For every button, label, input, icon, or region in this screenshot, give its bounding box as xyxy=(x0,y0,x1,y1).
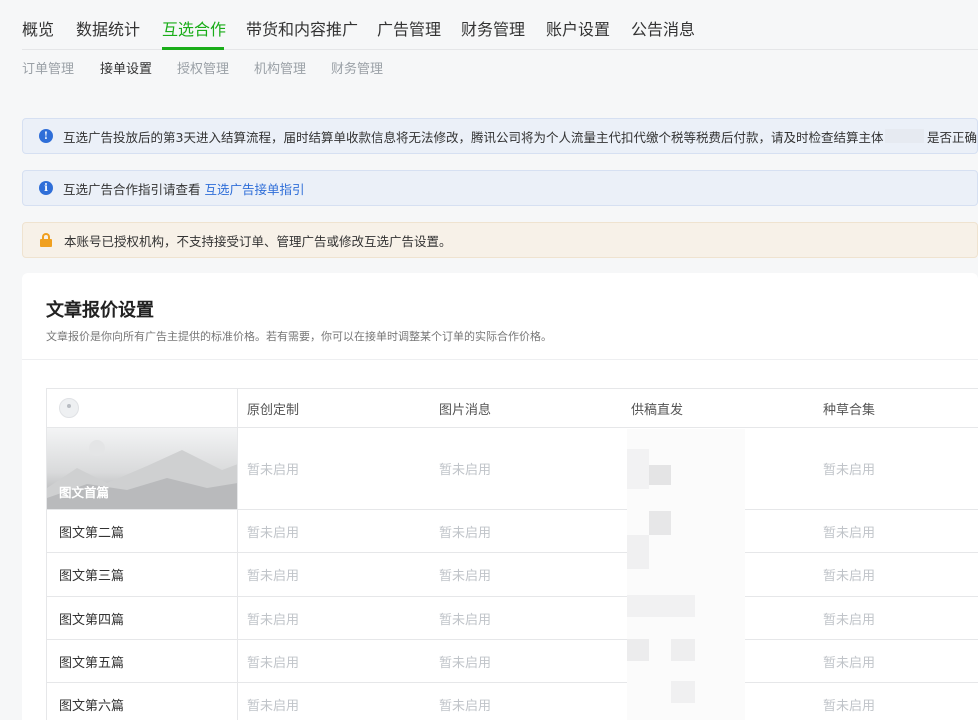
top-nav: 概览 数据统计 互选合作 带货和内容推广 广告管理 财务管理 账户设置 公告消息 xyxy=(22,0,978,50)
table-row: 图文第四篇 暂未启用 暂未启用 暂未启用 xyxy=(47,597,978,640)
settlement-notice-text: 互选广告投放后的第3天进入结算流程，届时结算单收款信息将无法修改，腾讯公司将为个… xyxy=(63,129,884,145)
info-icon: i xyxy=(39,181,53,195)
price-cell[interactable]: 暂未启用 xyxy=(815,553,978,596)
price-cell[interactable]: 暂未启用 xyxy=(815,510,978,552)
redacted-mosaic xyxy=(671,681,695,703)
table-row: 图文第五篇 暂未启用 暂未启用 暂未启用 xyxy=(47,640,978,683)
column-header: 供稿直发 xyxy=(631,402,684,418)
redacted-mosaic xyxy=(627,449,649,489)
table-row: 图文首篇 暂未启用 暂未启用 暂未启用 xyxy=(47,428,978,510)
settlement-notice: ! 互选广告投放后的第3天进入结算流程，届时结算单收款信息将无法修改，腾讯公司将… xyxy=(22,118,978,154)
guide-notice-text: 互选广告合作指引请查看 xyxy=(63,181,201,197)
nav-promotion[interactable]: 带货和内容推广 xyxy=(246,19,358,41)
price-cell[interactable]: 暂未启用 xyxy=(431,510,623,552)
guide-link[interactable]: 互选广告接单指引 xyxy=(205,179,305,198)
lock-icon xyxy=(39,233,53,247)
price-cell[interactable]: 暂未启用 xyxy=(239,510,431,552)
price-cell[interactable]: 暂未启用 xyxy=(239,553,431,596)
redacted-mosaic xyxy=(627,535,649,569)
price-cell[interactable]: 暂未启用 xyxy=(239,428,431,509)
price-cell[interactable]: 暂未启用 xyxy=(431,428,623,509)
pricing-table: 原创定制 图片消息 供稿直发 种草合集 图文首篇 暂未启用 暂未启用 暂未启用 … xyxy=(46,388,978,720)
info-icon: ! xyxy=(39,129,53,143)
row-label: 图文第三篇 xyxy=(47,553,238,596)
row-label: 图文第四篇 xyxy=(47,597,238,639)
row-label: 图文第六篇 xyxy=(47,683,238,720)
pricing-card: 文章报价设置 文章报价是你向所有广告主提供的标准价格。若有需要，你可以在接单时调… xyxy=(22,273,978,720)
pricing-description: 文章报价是你向所有广告主提供的标准价格。若有需要，你可以在接单时调整某个订单的实… xyxy=(46,330,552,343)
nav-overview[interactable]: 概览 xyxy=(22,19,54,41)
row-label: 图文首篇 xyxy=(59,485,110,500)
article-cover-image: 图文首篇 xyxy=(47,428,238,509)
price-cell[interactable]: 暂未启用 xyxy=(431,597,623,639)
nav-finance[interactable]: 财务管理 xyxy=(461,19,525,41)
column-header: 原创定制 xyxy=(247,402,300,418)
column-header: 图片消息 xyxy=(439,402,492,418)
price-cell[interactable]: 暂未启用 xyxy=(239,640,431,682)
table-header: 原创定制 图片消息 供稿直发 种草合集 xyxy=(47,389,978,428)
subnav-finance[interactable]: 财务管理 xyxy=(331,61,383,79)
divider xyxy=(22,359,978,360)
table-row: 图文第二篇 暂未启用 暂未启用 暂未启用 xyxy=(47,510,978,553)
authorized-notice: 本账号已授权机构，不支持接受订单、管理广告或修改互选广告设置。 xyxy=(22,222,978,258)
pricing-title: 文章报价设置 xyxy=(46,300,154,321)
settlement-notice-tail: 是否正确 xyxy=(926,129,977,145)
subnav-agency[interactable]: 机构管理 xyxy=(254,61,306,79)
price-cell[interactable]: 暂未启用 xyxy=(815,428,978,509)
price-cell[interactable]: 暂未启用 xyxy=(239,597,431,639)
price-cell[interactable]: 暂未启用 xyxy=(815,597,978,639)
price-cell[interactable]: 暂未启用 xyxy=(431,553,623,596)
price-cell[interactable]: 暂未启用 xyxy=(239,683,431,720)
table-row: 图文第六篇 暂未启用 暂未启用 暂未启用 xyxy=(47,683,978,720)
price-cell[interactable]: 暂未启用 xyxy=(431,640,623,682)
redacted-mask xyxy=(885,129,924,143)
nav-active-underline xyxy=(162,47,224,50)
row-label: 图文第五篇 xyxy=(47,640,238,682)
nav-ad-management[interactable]: 广告管理 xyxy=(377,19,441,41)
redacted-mosaic xyxy=(627,639,649,661)
redacted-mosaic xyxy=(649,511,671,535)
price-cell[interactable]: 暂未启用 xyxy=(431,683,623,720)
nav-statistics[interactable]: 数据统计 xyxy=(76,19,140,41)
nav-account-settings[interactable]: 账户设置 xyxy=(546,19,610,41)
subnav-authorization[interactable]: 授权管理 xyxy=(177,61,229,79)
header-avatar-cell xyxy=(47,389,238,427)
price-cell[interactable]: 暂未启用 xyxy=(815,683,978,720)
price-cell[interactable]: 暂未启用 xyxy=(815,640,978,682)
redacted-mosaic xyxy=(649,465,671,485)
redacted-mosaic xyxy=(671,639,695,661)
guide-notice: i 互选广告合作指引请查看 互选广告接单指引 xyxy=(22,170,978,206)
nav-announcements[interactable]: 公告消息 xyxy=(631,19,695,41)
authorized-notice-text: 本账号已授权机构，不支持接受订单、管理广告或修改互选广告设置。 xyxy=(64,233,452,249)
subnav-order-settings[interactable]: 接单设置 xyxy=(100,61,152,79)
redacted-mosaic xyxy=(627,595,695,617)
nav-mutual-selection[interactable]: 互选合作 xyxy=(162,19,226,41)
subnav-orders[interactable]: 订单管理 xyxy=(22,61,74,79)
table-row: 图文第三篇 暂未启用 暂未启用 暂未启用 xyxy=(47,553,978,597)
column-header: 种草合集 xyxy=(823,402,876,418)
row-label: 图文第二篇 xyxy=(47,510,238,552)
avatar-icon xyxy=(59,398,79,418)
